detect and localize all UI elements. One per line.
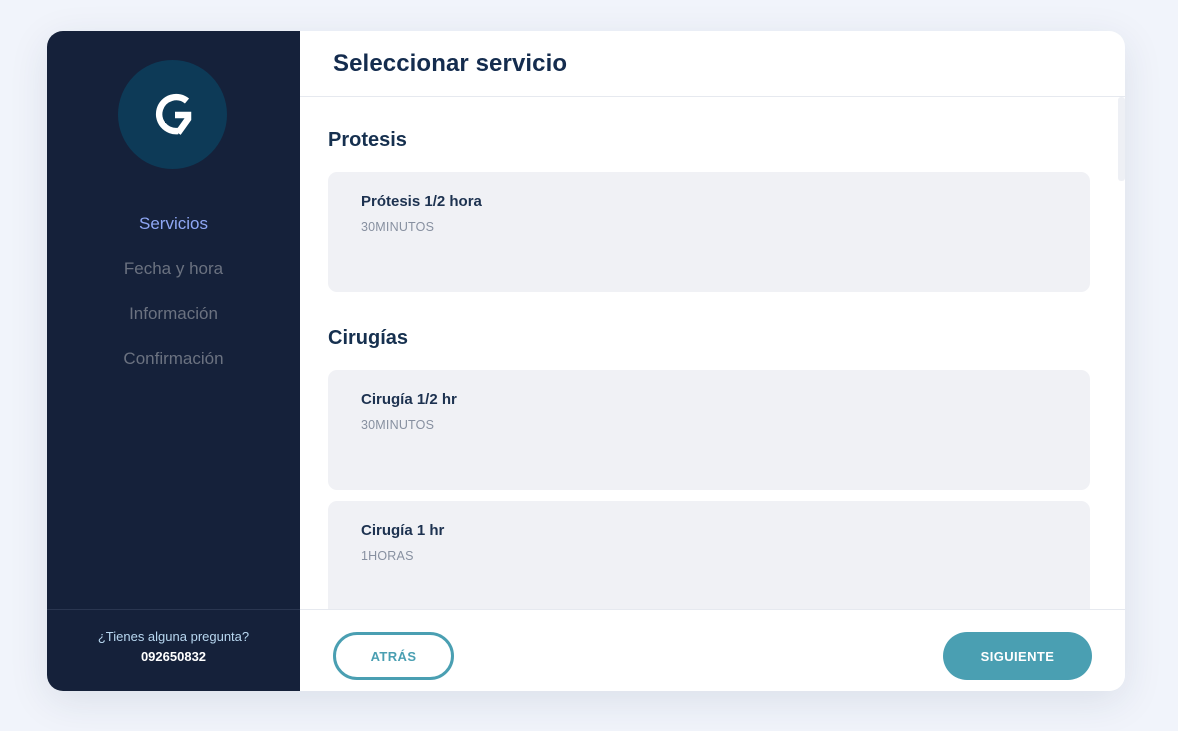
service-card[interactable]: Prótesis 1/2 hora 30MINUTOS	[328, 172, 1090, 292]
sidebar: Servicios Fecha y hora Información Confi…	[47, 31, 300, 691]
help-phone[interactable]: 092650832	[47, 646, 300, 668]
main-panel: Seleccionar servicio Protesis Prótesis 1…	[300, 31, 1125, 691]
panel-header: Seleccionar servicio	[300, 31, 1125, 97]
service-card[interactable]: Cirugía 1/2 hr 30MINUTOS	[328, 370, 1090, 490]
category-title: Protesis	[328, 129, 407, 151]
help-section: ¿Tienes alguna pregunta? 092650832	[47, 609, 300, 691]
service-name: Cirugía 1 hr	[361, 522, 445, 539]
step-fecha-hora[interactable]: Fecha y hora	[47, 256, 300, 301]
services-list[interactable]: Protesis Prótesis 1/2 hora 30MINUTOS Cir…	[300, 97, 1125, 609]
service-card[interactable]: Cirugía 1 hr 1HORAS	[328, 501, 1090, 609]
brand-logo-icon	[155, 93, 191, 135]
step-informacion[interactable]: Información	[47, 301, 300, 346]
step-servicios[interactable]: Servicios	[47, 211, 300, 256]
page-title: Seleccionar servicio	[333, 49, 568, 77]
service-duration: 30MINUTOS	[361, 220, 435, 234]
booking-modal: Servicios Fecha y hora Información Confi…	[47, 31, 1125, 691]
step-confirmacion[interactable]: Confirmación	[47, 346, 300, 391]
brand-logo	[118, 60, 227, 169]
service-duration: 30MINUTOS	[361, 418, 435, 432]
category-title: Cirugías	[328, 327, 409, 349]
step-nav: Servicios Fecha y hora Información Confi…	[47, 211, 300, 391]
service-duration: 1HORAS	[361, 549, 414, 563]
service-name: Prótesis 1/2 hora	[361, 193, 482, 210]
service-name: Cirugía 1/2 hr	[361, 391, 457, 408]
scrollbar[interactable]	[1118, 97, 1125, 181]
help-question: ¿Tienes alguna pregunta?	[97, 629, 250, 644]
next-button[interactable]: SIGUIENTE	[943, 632, 1092, 680]
back-button[interactable]: ATRÁS	[333, 632, 454, 680]
panel-footer: ATRÁS SIGUIENTE	[300, 609, 1125, 691]
